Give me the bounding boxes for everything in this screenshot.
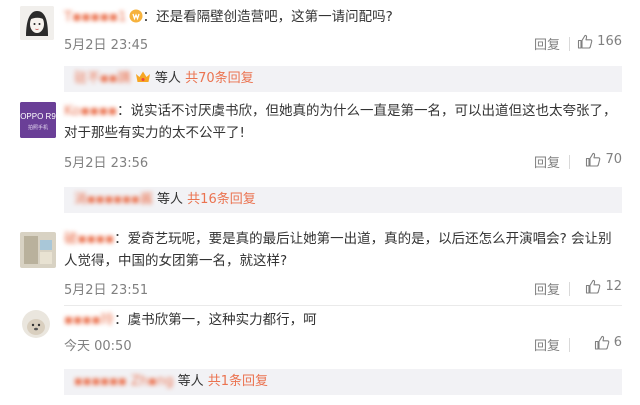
reply-button[interactable]: 回复 bbox=[534, 34, 560, 53]
comment-meta: 5月2日 23:56 回复 70 bbox=[64, 152, 622, 172]
dog-avatar-icon bbox=[22, 310, 50, 338]
comment-text: ：还是看隔壁创造营吧，这第一请问配吗? bbox=[142, 9, 393, 25]
sub-reply-middle: 等人 bbox=[157, 192, 184, 207]
comment-body: T▪▪▪▪▪1 ：还是看隔壁创造营吧，这第一请问配吗? bbox=[64, 6, 622, 30]
like-button[interactable]: 70 bbox=[585, 152, 622, 167]
avatar[interactable] bbox=[20, 6, 54, 40]
sub-reply-user[interactable]: ▪▪▪▪▪▪ Zh▪ng bbox=[74, 374, 173, 389]
thumbs-up-icon bbox=[594, 335, 610, 350]
comment-divider bbox=[64, 305, 622, 306]
timestamp: 今天 00:50 bbox=[64, 339, 132, 354]
oppo-r9-avatar-icon: OPPO R9 拍照手机 bbox=[20, 102, 56, 138]
thumbs-up-icon bbox=[578, 34, 593, 49]
username-link[interactable]: T▪▪▪▪▪1 bbox=[64, 9, 127, 25]
comment-body: Ko▪▪▪▪：说实话不讨厌虞书欣，但她真的为什么一直是第一名，可以出道但这也太夸… bbox=[64, 100, 622, 144]
avatar[interactable] bbox=[22, 310, 50, 338]
reply-button[interactable]: 回复 bbox=[534, 335, 560, 354]
vip-badge-icon bbox=[129, 8, 143, 30]
meta-divider bbox=[569, 338, 570, 352]
reply-button[interactable]: 回复 bbox=[534, 152, 560, 171]
reply-button[interactable]: 回复 bbox=[534, 279, 560, 298]
like-count: 166 bbox=[597, 34, 622, 49]
sub-reply-total[interactable]: 共1条回复 bbox=[208, 374, 268, 389]
avatar-brand-sub: 拍照手机 bbox=[28, 124, 48, 131]
comment-text: ：虞书欣第一，这种实力都行，呵 bbox=[114, 312, 317, 328]
like-button[interactable]: 12 bbox=[585, 279, 622, 294]
comment-body: 破▪▪▪▪：爱奇艺玩呢，要是真的最后让她第一出道，真的是，以后还怎么开演唱会? … bbox=[64, 228, 622, 272]
thumbs-up-icon bbox=[586, 152, 601, 167]
comment-text: ：说实话不讨厌虞书欣，但她真的为什么一直是第一名，可以出道但这也太夸张了，对于那… bbox=[64, 103, 617, 141]
meta-divider bbox=[569, 155, 570, 169]
cartoon-girl-avatar-icon bbox=[20, 6, 54, 40]
sub-reply-middle: 等人 bbox=[154, 71, 181, 86]
crown-badge-icon bbox=[135, 68, 151, 94]
avatar[interactable]: OPPO R9 拍照手机 bbox=[20, 102, 56, 138]
sub-reply-summary[interactable]: ▪▪▪▪▪▪ Zh▪ng 等人 共1条回复 bbox=[64, 369, 622, 395]
sub-reply-total[interactable]: 共70条回复 bbox=[185, 71, 254, 86]
username-link[interactable]: Ko▪▪▪▪ bbox=[64, 103, 117, 119]
like-count: 70 bbox=[605, 152, 622, 167]
photo-avatar-icon bbox=[20, 232, 56, 268]
sub-reply-middle: 等人 bbox=[177, 374, 204, 389]
timestamp: 5月2日 23:56 bbox=[64, 156, 149, 171]
avatar-brand-text: OPPO R9 bbox=[20, 112, 56, 121]
timestamp: 5月2日 23:45 bbox=[64, 38, 149, 53]
sub-reply-user[interactable]: 驻不▪▪蹒 bbox=[74, 71, 131, 86]
comment-meta: 5月2日 23:51 回复 12 bbox=[64, 279, 622, 299]
comment-meta: 今天 00:50 回复 6 bbox=[64, 335, 622, 355]
comment-meta: 5月2日 23:45 回复 166 bbox=[64, 34, 622, 54]
thumbs-up-icon bbox=[586, 279, 601, 294]
comment-body: ▪▪▪▪玲：虞书欣第一，这种实力都行，呵 bbox=[64, 309, 622, 331]
meta-divider bbox=[569, 37, 570, 51]
like-button[interactable]: 166 bbox=[577, 34, 622, 49]
like-count: 12 bbox=[605, 279, 622, 294]
avatar[interactable] bbox=[20, 232, 56, 268]
sub-reply-user[interactable]: 淌▪▪▪▪▪▪酱 bbox=[74, 192, 153, 207]
username-link[interactable]: 破▪▪▪▪ bbox=[64, 231, 114, 247]
sub-reply-total[interactable]: 共16条回复 bbox=[187, 192, 256, 207]
sub-reply-summary[interactable]: 驻不▪▪蹒 等人 共70条回复 bbox=[64, 66, 622, 92]
like-count: 6 bbox=[613, 335, 622, 350]
comment-text: ：爱奇艺玩呢，要是真的最后让她第一出道，真的是，以后还怎么开演唱会? 会让别人觉… bbox=[64, 231, 612, 269]
timestamp: 5月2日 23:51 bbox=[64, 283, 149, 298]
meta-divider bbox=[569, 282, 570, 296]
username-link[interactable]: ▪▪▪▪玲 bbox=[64, 312, 114, 328]
sub-reply-summary[interactable]: 淌▪▪▪▪▪▪酱 等人 共16条回复 bbox=[64, 187, 622, 213]
like-button[interactable]: 6 bbox=[594, 335, 622, 350]
